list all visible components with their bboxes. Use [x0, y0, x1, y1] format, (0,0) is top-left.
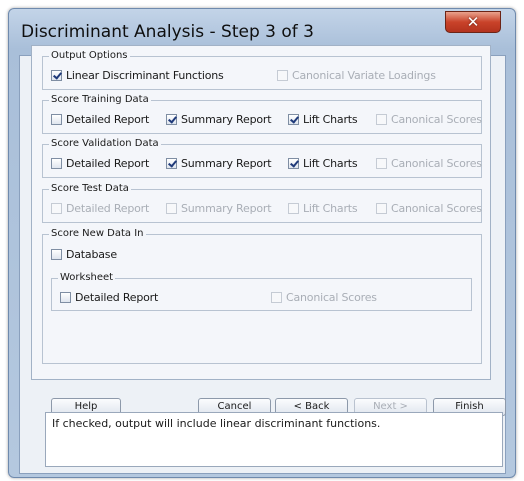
validation-detailed-report-checkbox[interactable]: Detailed Report — [51, 157, 149, 170]
checkbox-label: Canonical Scores — [286, 291, 377, 304]
score-validation-group: Score Validation Data Detailed Report Su… — [42, 137, 482, 178]
checkbox-label: Canonical Scores — [391, 157, 482, 170]
checkbox-box — [288, 158, 299, 169]
checkbox-label: Summary Report — [181, 113, 272, 126]
checkbox-label: Summary Report — [181, 157, 272, 170]
score-new-data-group: Score New Data In Database Worksheet Det… — [42, 227, 482, 364]
checkbox-label: Lift Charts — [303, 157, 358, 170]
checkbox-label: Linear Discriminant Functions — [66, 69, 224, 82]
checkbox-label: Canonical Scores — [391, 202, 482, 215]
test-canonical-scores-checkbox[interactable]: Canonical Scores — [376, 202, 482, 215]
close-button[interactable]: ✕ — [445, 11, 501, 33]
score-validation-legend: Score Validation Data — [49, 137, 161, 151]
output-options-group: Output Options Linear Discriminant Funct… — [42, 49, 482, 90]
validation-lift-charts-checkbox[interactable]: Lift Charts — [288, 157, 358, 170]
validation-canonical-scores-checkbox[interactable]: Canonical Scores — [376, 157, 482, 170]
checkbox-box — [376, 203, 387, 214]
checkbox-box — [288, 114, 299, 125]
score-new-data-legend: Score New Data In — [49, 227, 146, 241]
training-canonical-scores-checkbox[interactable]: Canonical Scores — [376, 113, 482, 126]
test-summary-report-checkbox[interactable]: Summary Report — [166, 202, 272, 215]
database-checkbox[interactable]: Database — [51, 248, 117, 261]
score-training-legend: Score Training Data — [49, 93, 151, 107]
checkbox-box — [51, 249, 62, 260]
window-title: Discriminant Analysis - Step 3 of 3 — [21, 22, 314, 42]
canonical-variate-loadings-checkbox[interactable]: Canonical Variate Loadings — [277, 69, 436, 82]
worksheet-legend: Worksheet — [58, 271, 116, 285]
score-test-legend: Score Test Data — [49, 182, 131, 196]
checkbox-box — [376, 114, 387, 125]
output-options-legend: Output Options — [49, 49, 130, 63]
checkbox-label: Detailed Report — [66, 157, 150, 170]
checkbox-box — [166, 203, 177, 214]
help-text-box: If checked, output will include linear d… — [45, 412, 503, 467]
test-detailed-report-checkbox[interactable]: Detailed Report — [51, 202, 149, 215]
training-summary-report-checkbox[interactable]: Summary Report — [166, 113, 272, 126]
checkbox-box — [271, 292, 282, 303]
checkbox-box — [60, 292, 71, 303]
checkbox-label: Lift Charts — [303, 113, 358, 126]
checkbox-box — [51, 158, 62, 169]
worksheet-group: Worksheet Detailed Report Canonical Scor… — [51, 271, 472, 311]
worksheet-detailed-report-checkbox[interactable]: Detailed Report — [60, 291, 158, 304]
checkbox-box — [277, 70, 288, 81]
dialog-window: Discriminant Analysis - Step 3 of 3 ✕ Ou… — [8, 8, 516, 478]
linear-discriminant-functions-checkbox[interactable]: Linear Discriminant Functions — [51, 69, 224, 82]
checkbox-label: Summary Report — [181, 202, 272, 215]
validation-summary-report-checkbox[interactable]: Summary Report — [166, 157, 272, 170]
test-lift-charts-checkbox[interactable]: Lift Charts — [288, 202, 358, 215]
checkbox-box — [51, 114, 62, 125]
checkbox-label: Detailed Report — [66, 113, 150, 126]
training-detailed-report-checkbox[interactable]: Detailed Report — [51, 113, 149, 126]
checkbox-label: Canonical Scores — [391, 113, 482, 126]
checkbox-label: Lift Charts — [303, 202, 358, 215]
training-lift-charts-checkbox[interactable]: Lift Charts — [288, 113, 358, 126]
checkbox-box — [166, 114, 177, 125]
checkbox-box — [376, 158, 387, 169]
options-panel: Output Options Linear Discriminant Funct… — [31, 45, 491, 380]
checkbox-label: Detailed Report — [75, 291, 159, 304]
checkbox-box — [51, 203, 62, 214]
checkbox-label: Canonical Variate Loadings — [292, 69, 436, 82]
close-icon: ✕ — [466, 13, 480, 31]
checkbox-label: Detailed Report — [66, 202, 150, 215]
checkbox-box — [166, 158, 177, 169]
score-test-group: Score Test Data Detailed Report Summary … — [42, 182, 482, 223]
checkbox-label: Database — [66, 248, 117, 261]
score-training-group: Score Training Data Detailed Report Summ… — [42, 93, 482, 134]
checkbox-box — [51, 70, 62, 81]
worksheet-canonical-scores-checkbox[interactable]: Canonical Scores — [271, 291, 377, 304]
checkbox-box — [288, 203, 299, 214]
